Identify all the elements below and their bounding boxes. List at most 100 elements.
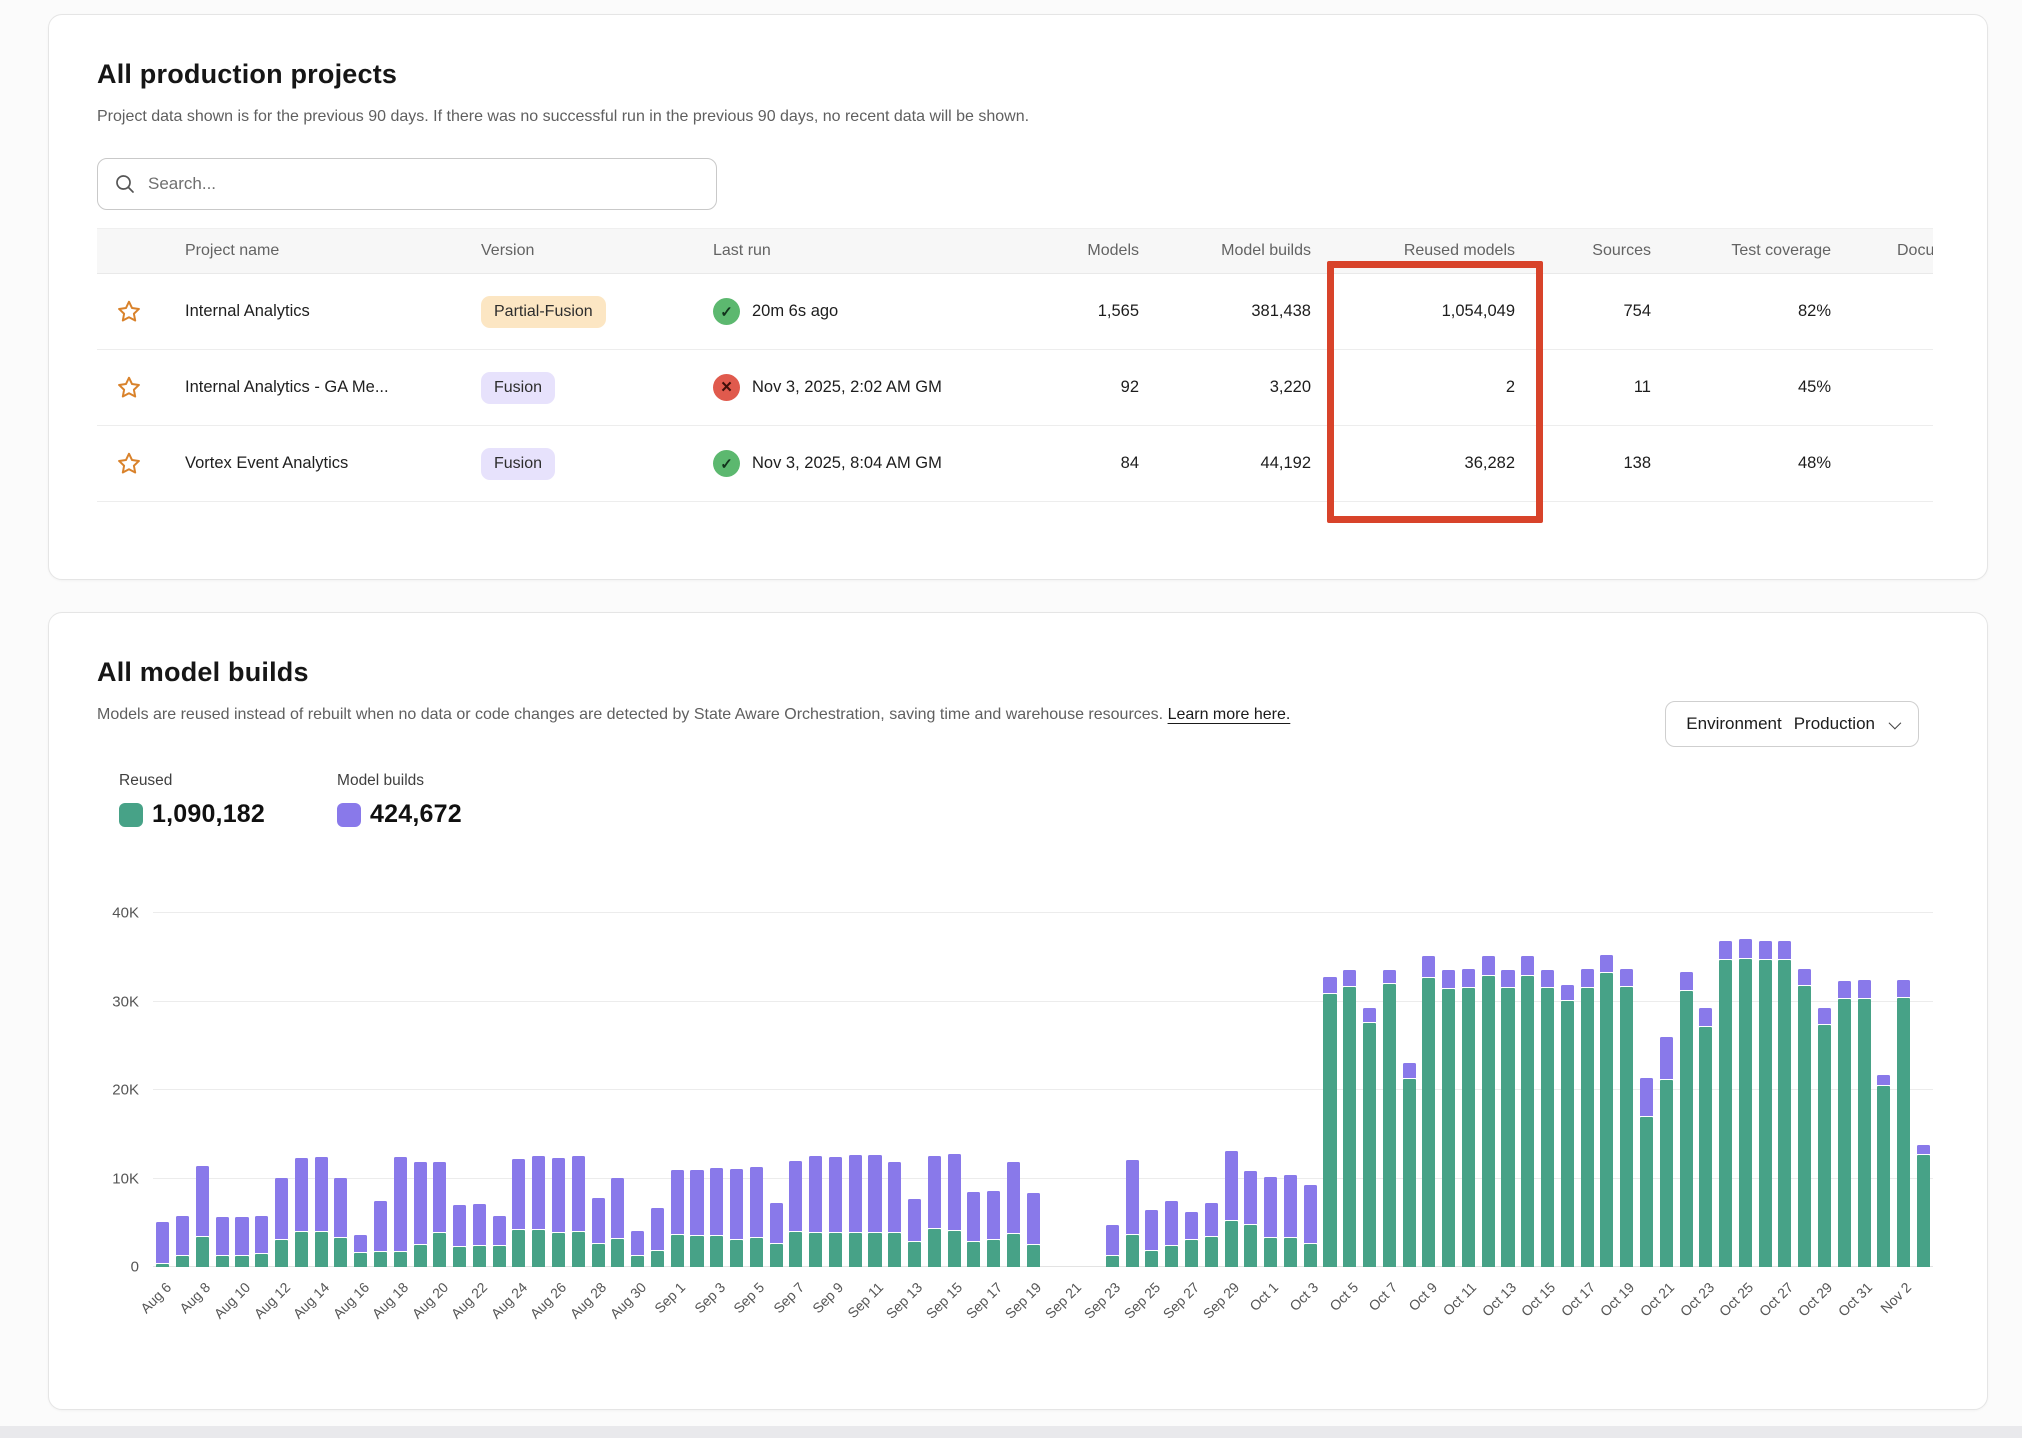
reused-segment [1640,1117,1653,1267]
last-run-text: Nov 3, 2025, 2:02 AM GM [752,378,942,397]
reused-segment [414,1245,427,1267]
x-axis-tick: Aug 16 [329,1279,372,1322]
model-builds-segment [1323,977,1336,994]
bar-aug-10 [232,913,252,1267]
models-count: 1,565 [1001,302,1149,321]
x-axis-tick: Oct 23 [1676,1279,1716,1319]
reused-segment [671,1235,684,1267]
model-builds-segment [1759,941,1772,959]
reused-segment [948,1231,961,1267]
project-link[interactable]: Vortex Event Analytics [185,454,348,472]
project-link[interactable]: Internal Analytics - GA Me... [185,378,389,396]
reused-segment [1363,1023,1376,1267]
bar-sep-15 [944,913,964,1267]
bar-oct-12 [1478,913,1498,1267]
favorite-star-icon[interactable] [114,297,144,327]
reused-segment [849,1233,862,1268]
search-input[interactable] [148,174,700,194]
bar-aug-7 [173,913,193,1267]
version-badge: Fusion [481,372,555,404]
x-axis-tick: Oct 21 [1637,1279,1677,1319]
reused-segment [631,1256,644,1267]
reused-segment [592,1244,605,1267]
reused-segment [1403,1079,1416,1267]
model-builds-segment [1561,985,1574,1000]
reused-segment [473,1246,486,1267]
model-builds-segment [1620,969,1633,987]
reused-segment [1759,960,1772,1267]
bar-sep-20 [1043,913,1063,1267]
model-builds-segment [552,1158,565,1231]
model-builds-segment [868,1155,881,1231]
learn-more-link[interactable]: Learn more here. [1168,706,1291,723]
model-builds-segment [928,1156,941,1228]
reused-segment [1304,1244,1317,1267]
chevron-down-icon [1889,716,1902,729]
x-axis-tick: Nov 2 [1877,1279,1914,1316]
reused-segment [730,1240,743,1267]
bar-aug-14 [311,913,331,1267]
reused-segment [1126,1235,1139,1267]
bar-oct-15 [1538,913,1558,1267]
model-builds-segment [1521,956,1534,975]
model-builds-segment [572,1156,585,1230]
bar-nov-3 [1914,913,1934,1267]
bar-oct-11 [1459,913,1479,1267]
sources-count: 138 [1525,454,1661,473]
test-coverage-value: 48% [1661,454,1841,473]
favorite-star-icon[interactable] [114,373,144,403]
bar-oct-8 [1399,913,1419,1267]
reused-segment [512,1230,525,1267]
reused-segment [1739,959,1752,1267]
model-builds-segment [1660,1037,1673,1079]
environment-select[interactable]: Environment Production [1665,701,1919,747]
model-builds-count: 3,220 [1149,378,1321,397]
col-documentation: Docum [1841,242,1933,260]
model-builds-segment [196,1166,209,1236]
model-builds-segment [216,1217,229,1255]
bar-oct-20 [1637,913,1657,1267]
model-builds-segment [1917,1145,1930,1154]
reused-segment [1620,987,1633,1267]
model-builds-segment [1778,941,1791,959]
bar-aug-11 [252,913,272,1267]
col-last-run: Last run [689,242,1001,260]
reused-segment [295,1232,308,1267]
model-builds-segment [770,1203,783,1243]
project-link[interactable]: Internal Analytics [185,302,310,320]
reused-segment [651,1251,664,1267]
run-status-icon [713,374,740,401]
model-builds-segment [1422,956,1435,976]
bar-oct-3 [1300,913,1320,1267]
reused-segment [374,1252,387,1267]
bar-sep-12 [885,913,905,1267]
bar-oct-13 [1498,913,1518,1267]
bar-sep-5 [746,913,766,1267]
projects-table-header: Project name Version Last run Models Mod… [97,228,1933,274]
col-sources: Sources [1525,242,1661,260]
projects-card: All production projects Project data sho… [48,14,1988,580]
bar-oct-26 [1755,913,1775,1267]
model-builds-chart: 010K20K30K40K Aug 6Aug 8Aug 10Aug 12Aug … [97,913,1941,1373]
project-search[interactable] [97,158,717,210]
x-axis-tick: Sep 13 [883,1279,926,1322]
reused-segment [1699,1027,1712,1267]
favorite-star-icon[interactable] [114,449,144,479]
col-test-coverage: Test coverage [1661,242,1841,260]
bar-aug-27 [568,913,588,1267]
model-builds-segment [275,1178,288,1239]
bar-aug-6 [153,913,173,1267]
col-models: Models [1001,242,1149,260]
last-run-text: 20m 6s ago [752,302,838,321]
chart-plot [153,913,1933,1267]
model-builds-segment [512,1159,525,1229]
reused-segment [1719,960,1732,1267]
legend-model-builds-value: 424,672 [370,800,462,829]
model-builds-segment [1403,1063,1416,1078]
bar-sep-11 [865,913,885,1267]
x-axis-tick: Aug 18 [369,1279,412,1322]
sources-count: 11 [1525,378,1661,397]
model-builds-segment [1877,1075,1890,1085]
reused-segment [394,1252,407,1267]
bar-oct-16 [1557,913,1577,1267]
